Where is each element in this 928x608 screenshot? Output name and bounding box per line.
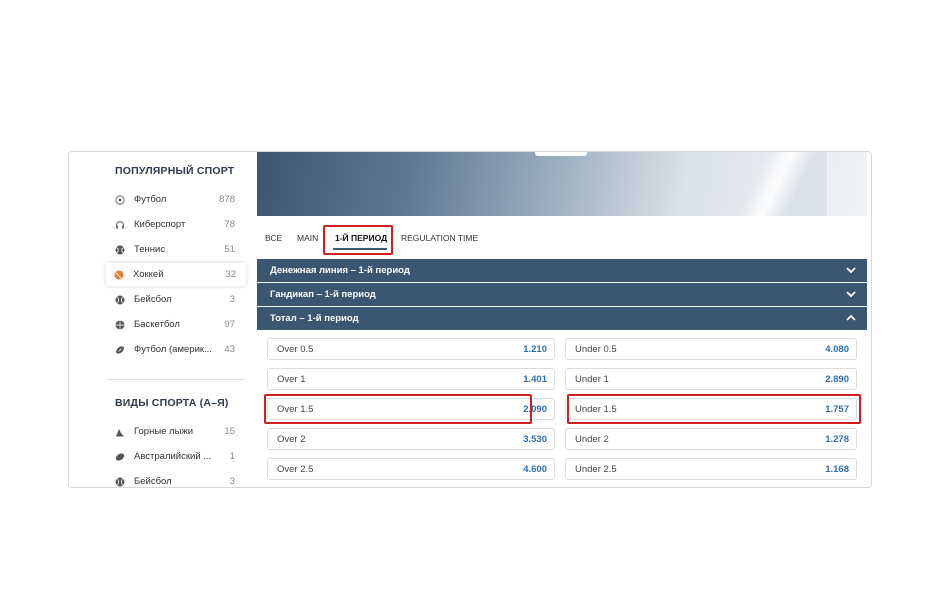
odd-value: 4.080 (825, 343, 849, 355)
sidebar-item-count: 97 (224, 319, 235, 330)
sports-az-title: ВИДЫ СПОРТА (А–Я) (115, 397, 229, 409)
skier-icon (115, 427, 125, 437)
sidebar-item-baseball[interactable]: Бейсбол 3 (107, 288, 245, 311)
odd-under-1[interactable]: Under 1 2.890 (565, 368, 857, 390)
odd-value: 2.890 (825, 373, 849, 385)
odd-label: Over 0.5 (277, 343, 314, 355)
sidebar-item-alpine-skiing[interactable]: Горные лыжи 15 (107, 420, 245, 443)
market-title: Тотал – 1-й период (270, 313, 359, 324)
event-banner (257, 152, 867, 216)
sidebar-item-count: 51 (224, 244, 235, 255)
tennis-ball-icon (115, 245, 125, 255)
odd-value: 1.168 (825, 463, 849, 475)
sidebar-item-label: Хоккей (133, 269, 164, 280)
sidebar-item-count: 1 (229, 451, 235, 462)
sidebar-divider (107, 379, 245, 380)
odd-label: Under 0.5 (575, 343, 617, 355)
sidebar-item-count: 878 (219, 194, 235, 205)
sidebar-item-label: Бейсбол (134, 476, 172, 487)
tab-highlight-box (323, 225, 393, 255)
highlight-box-over-1-5 (264, 394, 532, 424)
odd-under-2-5[interactable]: Under 2.5 1.168 (565, 458, 857, 480)
banner-handle (535, 152, 587, 156)
sidebar-item-count: 32 (225, 269, 236, 280)
sidebar-item-label: Футбол (америк... (134, 344, 212, 355)
market-title: Денежная линия – 1-й период (270, 265, 410, 276)
event-main-panel: ВСЕ MAIN 1-Й ПЕРИОД REGULATION TIME Дене… (257, 152, 867, 487)
odd-over-1[interactable]: Over 1 1.401 (267, 368, 555, 390)
market-header-total[interactable]: Тотал – 1-й период (257, 307, 867, 330)
odd-over-2[interactable]: Over 2 3.530 (267, 428, 555, 450)
tab-main[interactable]: MAIN (297, 233, 318, 243)
market-header-moneyline[interactable]: Денежная линия – 1-й период (257, 259, 867, 282)
baseball-icon (115, 295, 125, 305)
chevron-down-icon (846, 291, 856, 298)
sidebar-item-esports[interactable]: Киберспорт 78 (107, 213, 245, 236)
baseball-icon (115, 477, 125, 487)
sidebar-item-australian-football[interactable]: Австралийский ... 1 (107, 445, 245, 468)
odd-label: Under 2 (575, 433, 609, 445)
odd-label: Under 1 (575, 373, 609, 385)
headset-icon (115, 220, 125, 230)
sidebar-item-label: Теннис (134, 244, 166, 255)
sidebar-item-label: Бейсбол (134, 294, 172, 305)
sidebar-item-label: Футбол (134, 194, 167, 205)
odd-value: 1.278 (825, 433, 849, 445)
chevron-down-icon (846, 267, 856, 274)
odd-over-0-5[interactable]: Over 0.5 1.210 (267, 338, 555, 360)
american-football-icon (115, 345, 125, 355)
sidebar-item-label: Австралийский ... (134, 451, 212, 462)
banner-decoration (707, 152, 827, 216)
sidebar-item-count: 78 (224, 219, 235, 230)
odd-label: Under 2.5 (575, 463, 617, 475)
sports-sidebar: ПОПУЛЯРНЫЙ СПОРТ Футбол 878 Киберспорт 7… (69, 152, 249, 487)
odd-under-2[interactable]: Under 2 1.278 (565, 428, 857, 450)
betting-page-frame: ПОПУЛЯРНЫЙ СПОРТ Футбол 878 Киберспорт 7… (68, 151, 872, 488)
market-title: Гандикап – 1-й период (270, 289, 376, 300)
soccer-ball-icon (115, 194, 125, 205)
basketball-icon (115, 320, 125, 330)
sidebar-item-label: Горные лыжи (134, 426, 194, 437)
odd-value: 1.210 (523, 343, 547, 355)
sidebar-item-count: 3 (229, 294, 235, 305)
highlight-box-under-1-5 (567, 394, 861, 424)
aussie-football-icon (115, 452, 125, 462)
tab-all[interactable]: ВСЕ (265, 233, 282, 243)
odd-value: 4.600 (523, 463, 547, 475)
sidebar-item-count: 3 (229, 476, 235, 487)
odd-label: Over 1 (277, 373, 306, 385)
popular-sports-title: ПОПУЛЯРНЫЙ СПОРТ (115, 165, 235, 177)
chevron-up-icon (846, 314, 856, 321)
odd-value: 1.401 (523, 373, 547, 385)
hockey-puck-icon (114, 270, 124, 280)
sidebar-item-tennis[interactable]: Теннис 51 (107, 238, 245, 261)
sidebar-item-label: Киберспорт (134, 219, 186, 230)
sidebar-item-american-football[interactable]: Футбол (америк... 43 (107, 338, 245, 361)
odd-under-0-5[interactable]: Under 0.5 4.080 (565, 338, 857, 360)
sidebar-item-count: 43 (224, 344, 235, 355)
sidebar-item-baseball-az[interactable]: Бейсбол 3 (107, 470, 245, 487)
odd-over-2-5[interactable]: Over 2.5 4.600 (267, 458, 555, 480)
odd-value: 3.530 (523, 433, 547, 445)
odd-label: Over 2 (277, 433, 306, 445)
odd-label: Over 2.5 (277, 463, 314, 475)
sidebar-item-football[interactable]: Футбол 878 (107, 188, 245, 211)
sidebar-item-label: Баскетбол (134, 319, 180, 330)
sidebar-item-basketball[interactable]: Баскетбол 97 (107, 313, 245, 336)
market-header-handicap[interactable]: Гандикап – 1-й период (257, 283, 867, 306)
sidebar-item-count: 15 (224, 426, 235, 437)
tab-regulation-time[interactable]: REGULATION TIME (401, 233, 478, 243)
sidebar-item-hockey[interactable]: Хоккей 32 (106, 263, 246, 286)
